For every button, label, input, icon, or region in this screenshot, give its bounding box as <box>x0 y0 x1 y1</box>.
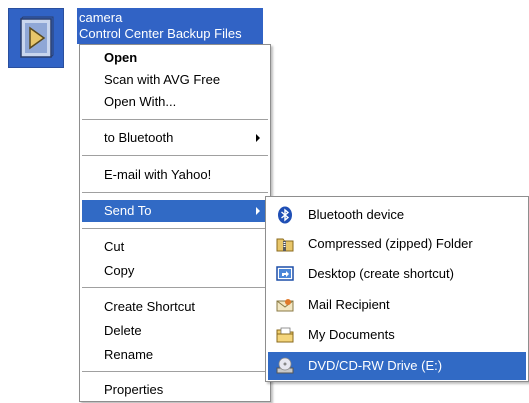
file-name-line1: camera <box>79 10 123 25</box>
cd-drive-icon <box>276 357 294 374</box>
submenu-item-my-documents[interactable]: My Documents <box>268 321 526 349</box>
file-name-label[interactable]: camera Control Center Backup Files <box>77 8 263 44</box>
menu-item-label: Cut <box>104 239 125 254</box>
send-to-submenu: Bluetooth device Compressed (zipped) Fol… <box>265 196 529 382</box>
submenu-arrow-icon <box>256 134 260 142</box>
menu-item-label: to Bluetooth <box>104 130 174 145</box>
submenu-item-label: Bluetooth device <box>308 207 405 222</box>
menu-separator <box>82 119 268 121</box>
menu-separator <box>82 155 268 157</box>
menu-item-create-shortcut[interactable]: Create Shortcut <box>82 296 268 318</box>
zip-folder-icon <box>276 238 294 252</box>
menu-item-to-bluetooth[interactable]: to Bluetooth <box>82 127 268 149</box>
menu-item-label: Copy <box>104 263 135 278</box>
menu-item-rename[interactable]: Rename <box>82 344 268 366</box>
menu-item-label: Send To <box>104 203 152 218</box>
menu-separator <box>82 192 268 194</box>
menu-item-label: Delete <box>104 323 142 338</box>
submenu-item-label: Compressed (zipped) Folder <box>308 236 473 251</box>
menu-separator <box>82 287 268 289</box>
submenu-item-label: Mail Recipient <box>308 297 390 312</box>
menu-item-scan-avg[interactable]: Scan with AVG Free <box>82 69 268 91</box>
menu-item-label: Create Shortcut <box>104 299 196 314</box>
menu-item-label: Scan with AVG Free <box>104 72 221 87</box>
file-name-line2: Control Center Backup Files <box>79 26 242 41</box>
menu-item-label: Rename <box>104 347 154 362</box>
submenu-arrow-icon <box>256 207 260 215</box>
submenu-item-desktop-shortcut[interactable]: Desktop (create shortcut) <box>268 260 526 288</box>
menu-item-cut[interactable]: Cut <box>82 236 268 258</box>
menu-item-label: Open With... <box>104 94 177 109</box>
menu-separator <box>82 228 268 230</box>
video-file-icon[interactable] <box>8 8 64 68</box>
bluetooth-icon <box>278 206 292 224</box>
submenu-item-bluetooth-device[interactable]: Bluetooth device <box>268 201 526 229</box>
menu-item-label: Open <box>104 50 138 65</box>
menu-item-send-to[interactable]: Send To <box>82 200 268 222</box>
menu-item-open-with[interactable]: Open With... <box>82 91 268 113</box>
menu-item-email-yahoo[interactable]: E-mail with Yahoo! <box>82 164 268 186</box>
submenu-item-dvd-drive[interactable]: DVD/CD-RW Drive (E:) <box>268 352 526 380</box>
menu-item-label: E-mail with Yahoo! <box>104 167 212 182</box>
submenu-item-label: Desktop (create shortcut) <box>308 266 454 281</box>
menu-item-properties[interactable]: Properties <box>82 379 268 401</box>
menu-item-delete[interactable]: Delete <box>82 320 268 342</box>
documents-folder-icon <box>276 327 294 343</box>
context-menu: Open Scan with AVG Free Open With... to … <box>79 44 271 402</box>
mail-icon <box>276 299 294 312</box>
submenu-item-label: My Documents <box>308 327 395 342</box>
menu-item-label: Properties <box>104 382 164 397</box>
menu-item-open[interactable]: Open <box>82 47 268 69</box>
submenu-item-mail-recipient[interactable]: Mail Recipient <box>268 291 526 319</box>
menu-item-copy[interactable]: Copy <box>82 260 268 282</box>
desktop-shortcut-icon <box>276 266 294 281</box>
menu-separator <box>82 371 268 373</box>
submenu-item-label: DVD/CD-RW Drive (E:) <box>308 358 443 373</box>
submenu-item-compressed-folder[interactable]: Compressed (zipped) Folder <box>268 230 526 258</box>
